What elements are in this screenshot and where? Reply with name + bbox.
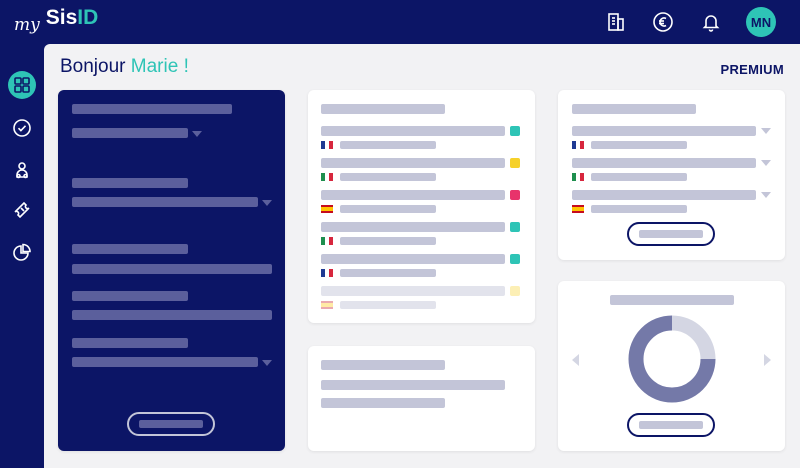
dropdown-row-placeholder[interactable] <box>572 190 756 200</box>
logo-id: ID <box>77 6 99 29</box>
summary-line-placeholder <box>321 398 445 408</box>
country-list-card <box>308 90 535 323</box>
summary-line-placeholder <box>321 380 505 390</box>
chevron-left-icon[interactable] <box>572 354 579 366</box>
card-title-placeholder <box>572 104 696 114</box>
button-label-placeholder <box>139 420 203 428</box>
chevron-right-icon[interactable] <box>764 354 771 366</box>
users-icon[interactable] <box>8 156 36 184</box>
list-row-title-placeholder[interactable] <box>321 254 505 264</box>
building-icon[interactable] <box>602 8 630 36</box>
greeting-name: Marie ! <box>130 56 189 77</box>
flag-it-icon <box>321 237 333 245</box>
chart-details-button[interactable] <box>627 413 715 437</box>
list-row-subtitle-placeholder <box>340 237 436 245</box>
chevron-down-icon[interactable] <box>262 200 272 206</box>
field-input-placeholder[interactable] <box>72 264 272 274</box>
top-bar: my Sis ID MN <box>0 0 800 44</box>
country-select-card <box>558 90 785 260</box>
status-indicator <box>510 286 520 296</box>
pie-chart-icon[interactable] <box>8 239 36 267</box>
ticket-icon[interactable] <box>8 196 36 224</box>
logo-sis: Sis <box>45 6 78 29</box>
dashboard-grid-icon[interactable] <box>8 71 36 99</box>
sidebar <box>0 44 44 468</box>
status-indicator <box>510 190 520 200</box>
list-row-subtitle-placeholder <box>340 269 436 277</box>
dropdown-row-placeholder[interactable] <box>572 158 756 168</box>
card-title-placeholder <box>610 295 734 305</box>
list-row-subtitle-placeholder <box>340 173 436 181</box>
field-label-placeholder <box>72 244 188 254</box>
card-title-placeholder <box>321 104 445 114</box>
field-input-placeholder[interactable] <box>72 310 272 320</box>
bell-icon[interactable] <box>697 8 725 36</box>
app-logo[interactable]: my Sis ID <box>14 6 98 38</box>
filter-title-placeholder <box>72 104 232 114</box>
field-select-placeholder[interactable] <box>72 357 258 367</box>
list-row-title-placeholder[interactable] <box>321 286 505 296</box>
status-indicator <box>510 126 520 136</box>
greeting-prefix: Bonjour <box>60 56 126 77</box>
filter-select-placeholder[interactable] <box>72 128 188 138</box>
dropdown-row-subtitle-placeholder <box>591 173 687 181</box>
status-indicator <box>510 158 520 168</box>
flag-fr-icon <box>321 141 333 149</box>
card-title-placeholder <box>321 360 445 370</box>
flag-fr-icon <box>321 269 333 277</box>
flag-fr-icon <box>572 141 584 149</box>
summary-card <box>308 346 535 451</box>
field-label-placeholder <box>72 291 188 301</box>
chevron-down-icon[interactable] <box>761 192 771 198</box>
plan-badge: PREMIUM <box>720 62 784 77</box>
field-label-placeholder <box>72 178 188 188</box>
list-row-title-placeholder[interactable] <box>321 126 505 136</box>
dropdown-row-subtitle-placeholder <box>591 205 687 213</box>
check-circle-icon[interactable] <box>8 114 36 142</box>
list-row-subtitle-placeholder <box>340 141 436 149</box>
flag-it-icon <box>572 173 584 181</box>
button-label-placeholder <box>639 230 703 238</box>
list-row-subtitle-placeholder <box>340 205 436 213</box>
list-row-subtitle-placeholder <box>340 301 436 309</box>
euro-icon[interactable] <box>649 8 677 36</box>
donut-segment <box>671 315 716 360</box>
chart-card <box>558 281 785 451</box>
chevron-down-icon[interactable] <box>761 160 771 166</box>
chevron-down-icon[interactable] <box>761 128 771 134</box>
list-row-title-placeholder[interactable] <box>321 190 505 200</box>
list-row-title-placeholder[interactable] <box>321 222 505 232</box>
field-label-placeholder <box>72 338 188 348</box>
user-avatar[interactable]: MN <box>746 7 776 37</box>
status-indicator <box>510 222 520 232</box>
list-row-title-placeholder[interactable] <box>321 158 505 168</box>
chevron-down-icon[interactable] <box>192 131 202 137</box>
greeting: Bonjour Marie ! <box>60 56 189 78</box>
logo-my: my <box>14 15 40 35</box>
flag-it-icon <box>321 173 333 181</box>
dropdown-row-placeholder[interactable] <box>572 126 756 136</box>
donut-chart <box>628 315 716 403</box>
button-label-placeholder <box>639 421 703 429</box>
status-indicator <box>510 254 520 264</box>
dropdown-row-subtitle-placeholder <box>591 141 687 149</box>
country-select-button[interactable] <box>627 222 715 246</box>
flag-es-icon <box>321 205 333 213</box>
main-content: Bonjour Marie ! PREMIUM <box>44 44 800 468</box>
field-select-placeholder[interactable] <box>72 197 258 207</box>
filters-submit-button[interactable] <box>127 412 215 436</box>
flag-es-icon <box>572 205 584 213</box>
flag-es-icon <box>321 301 333 309</box>
filters-card <box>58 90 285 451</box>
chevron-down-icon[interactable] <box>262 360 272 366</box>
